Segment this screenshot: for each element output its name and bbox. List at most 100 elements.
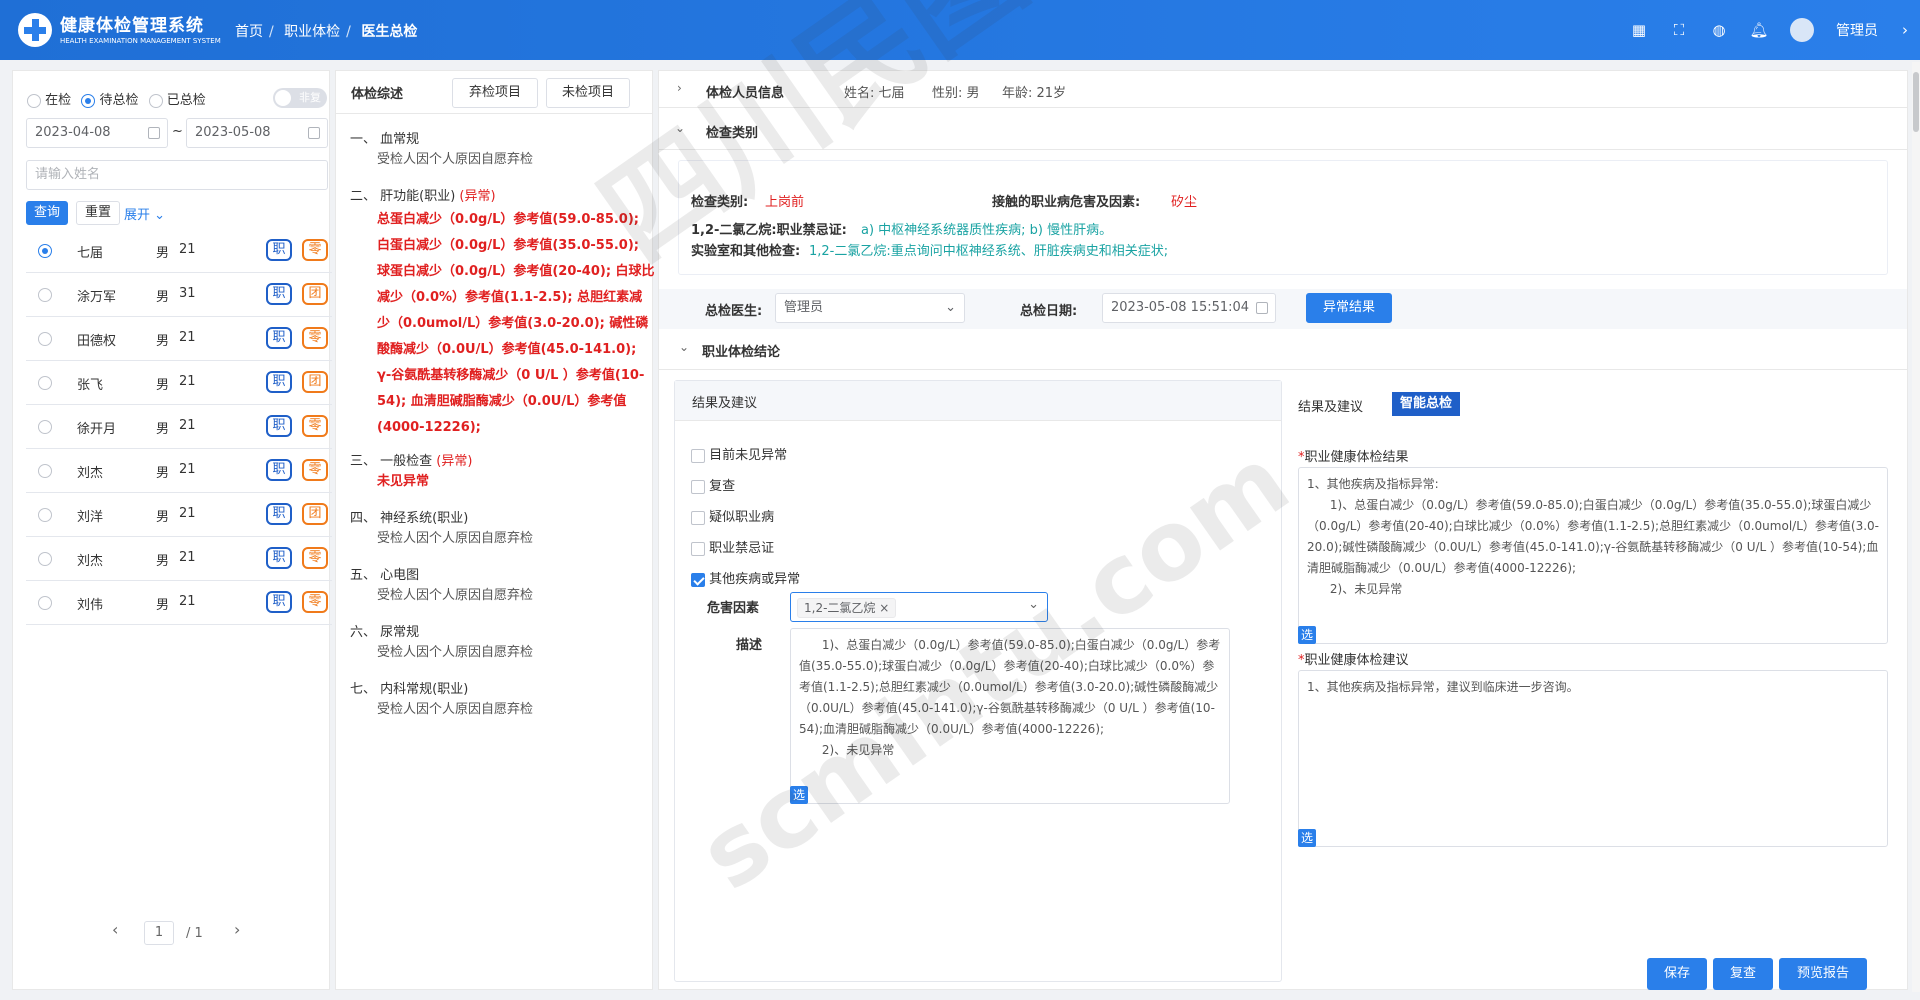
patient-row[interactable]: 张飞 男 21 职团 <box>26 361 332 405</box>
checkbox[interactable] <box>691 448 705 463</box>
doctor-select[interactable]: 管理员 ⌄ <box>775 293 965 323</box>
conclusion-option[interactable]: 其他疾病或异常 <box>691 568 800 587</box>
breadcrumb-occupational[interactable]: 职业体检 <box>284 24 340 40</box>
patient-radio[interactable] <box>38 508 52 522</box>
avatar[interactable] <box>1790 18 1814 42</box>
prev-page-button[interactable]: ‹ <box>112 920 118 939</box>
chevron-right-icon[interactable]: › <box>1900 21 1910 39</box>
patient-sex: 男 <box>156 554 170 569</box>
user-name[interactable]: 管理员 <box>1836 20 1878 40</box>
tab-result-advice[interactable]: 结果及建议 <box>1298 396 1363 415</box>
abnormal-result-button[interactable]: 异常结果 <box>1306 293 1392 323</box>
recheck-button[interactable]: 复查 <box>1713 958 1773 990</box>
abandoned-items-button[interactable]: 弃检项目 <box>452 78 538 108</box>
patient-radio[interactable] <box>38 596 52 610</box>
chevron-down-icon: ⌄ <box>1028 597 1039 612</box>
non-recheck-toggle[interactable]: 非复 <box>273 88 327 108</box>
expand-toggle[interactable]: 展开 ⌄ <box>124 204 165 223</box>
exam-type-value: 上岗前 <box>765 195 805 210</box>
patient-radio[interactable] <box>38 420 52 434</box>
type-badge: 零 <box>302 415 328 437</box>
patient-row[interactable]: 七届 男 21 职零 <box>26 229 332 273</box>
breadcrumb-home[interactable]: 首页 <box>235 24 263 40</box>
checkbox[interactable] <box>691 479 705 494</box>
fullscreen-icon[interactable]: ⛶ <box>1670 21 1688 39</box>
result-textarea[interactable]: 1、其他疾病及指标异常: 1)、总蛋白减少（0.0g/L）参考值(59.0-85… <box>1298 467 1888 644</box>
conclusion-option[interactable]: 目前未见异常 <box>691 444 787 463</box>
status-radio-pending[interactable] <box>81 93 96 108</box>
name-search-input[interactable]: 请输入姓名 <box>26 160 328 190</box>
checkbox[interactable] <box>691 510 705 525</box>
patient-row[interactable]: 刘杰 男 21 职零 <box>26 449 332 493</box>
hazard-value: 矽尘 <box>1171 195 1198 210</box>
save-button[interactable]: 保存 <box>1647 958 1707 990</box>
exam-date-label: 总检日期: <box>1020 304 1078 319</box>
patient-age: 21 <box>179 418 196 433</box>
tag-close-icon[interactable]: × <box>879 601 889 615</box>
patient-sex: 男 <box>156 466 170 481</box>
status-radio-in-exam[interactable] <box>27 93 41 108</box>
patient-radio[interactable] <box>38 244 52 258</box>
advice-select-button[interactable]: 选 <box>1298 829 1316 847</box>
status-radio-done[interactable] <box>148 93 163 108</box>
checkbox[interactable] <box>691 572 705 587</box>
unchecked-items-button[interactable]: 未检项目 <box>546 78 630 108</box>
conclusion-title: 职业体检结论 <box>702 345 781 360</box>
description-label: 描述 <box>736 638 763 653</box>
patient-sex: 男 <box>156 334 170 349</box>
patient-radio[interactable] <box>38 376 52 390</box>
conclusion-option[interactable]: 复查 <box>691 475 735 494</box>
type-badge: 零 <box>302 547 328 569</box>
page-number-input[interactable]: 1 <box>144 921 174 945</box>
patient-radio[interactable] <box>38 332 52 346</box>
person-sex: 性别: 男 <box>932 86 980 101</box>
patient-radio[interactable] <box>38 552 52 566</box>
reset-button[interactable]: 重置 <box>76 201 120 225</box>
apps-grid-icon[interactable]: ▦ <box>1630 21 1648 39</box>
patient-sex: 男 <box>156 598 170 613</box>
checkbox[interactable] <box>691 541 705 556</box>
contraindication-label: 1,2-二氯乙烷:职业禁忌证: <box>691 223 847 238</box>
chevron-down-icon: ⌄ <box>945 300 956 315</box>
bell-icon[interactable]: 🔔︎ <box>1749 21 1768 39</box>
occupational-badge: 职 <box>266 591 292 613</box>
person-info-bar[interactable]: › 体检人员信息 姓名: 七届 性别: 男 年龄: 21岁 <box>659 72 1907 108</box>
liver-abnormal-text: 总蛋白减少（0.0g/L）参考值(59.0-85.0); 白蛋白减少（0.0g/… <box>377 212 655 435</box>
description-textarea[interactable]: 1)、总蛋白减少（0.0g/L）参考值(59.0-85.0);白蛋白减少（0.0… <box>790 628 1230 804</box>
patient-age: 21 <box>179 462 196 477</box>
patient-row[interactable]: 田德权 男 21 职零 <box>26 317 332 361</box>
page-scrollbar[interactable] <box>1912 62 1920 992</box>
contraindication-value: a) 中枢神经系统器质性疾病; b) 慢性肝病。 <box>861 223 1113 238</box>
conclusion-option[interactable]: 职业禁忌证 <box>691 537 774 556</box>
patient-row[interactable]: 涂万军 男 31 职团 <box>26 273 332 317</box>
patient-row[interactable]: 刘洋 男 21 职团 <box>26 493 332 537</box>
patient-row[interactable]: 刘杰 男 21 职零 <box>26 537 332 581</box>
query-button[interactable]: 查询 <box>26 201 68 225</box>
date-to-input[interactable]: 2023-05-08 <box>186 118 328 148</box>
preview-report-button[interactable]: 预览报告 <box>1779 958 1867 990</box>
exam-date-input[interactable]: 2023-05-08 15:51:04 <box>1102 293 1276 323</box>
conclusion-header[interactable]: ⌄ 职业体检结论 <box>659 330 1907 370</box>
category-header[interactable]: ⌄ 检查类别 <box>659 110 1907 150</box>
type-badge: 团 <box>302 503 328 525</box>
patient-name: 刘伟 <box>77 598 104 613</box>
conclusion-option[interactable]: 疑似职业病 <box>691 506 774 525</box>
patient-radio[interactable] <box>38 464 52 478</box>
hazard-factor-label: 危害因素 <box>707 601 760 616</box>
summary-item-ecg: 五、 心电图 受检人因个人原因自愿弃检 <box>350 568 534 603</box>
globe-icon[interactable]: ◍ <box>1710 21 1728 39</box>
result-select-button[interactable]: 选 <box>1298 626 1316 644</box>
patient-row[interactable]: 刘伟 男 21 职零 <box>26 581 332 625</box>
date-from-input[interactable]: 2023-04-08 <box>26 118 168 148</box>
next-page-button[interactable]: › <box>234 920 240 939</box>
hazard-factor-select[interactable]: 1,2-二氯乙烷 × ⌄ <box>790 592 1048 622</box>
patient-radio[interactable] <box>38 288 52 302</box>
abnormal-flag: (异常) <box>436 454 473 469</box>
chevron-down-icon: ⌄ <box>679 340 690 354</box>
person-info-title: 体检人员信息 <box>706 86 785 101</box>
description-select-button[interactable]: 选 <box>790 786 808 804</box>
type-badge: 团 <box>302 371 328 393</box>
advice-textarea[interactable]: 1、其他疾病及指标异常，建议到临床进一步咨询。 <box>1298 670 1888 847</box>
tab-smart-check[interactable]: 智能总检 <box>1392 392 1461 416</box>
patient-row[interactable]: 徐开月 男 21 职零 <box>26 405 332 449</box>
